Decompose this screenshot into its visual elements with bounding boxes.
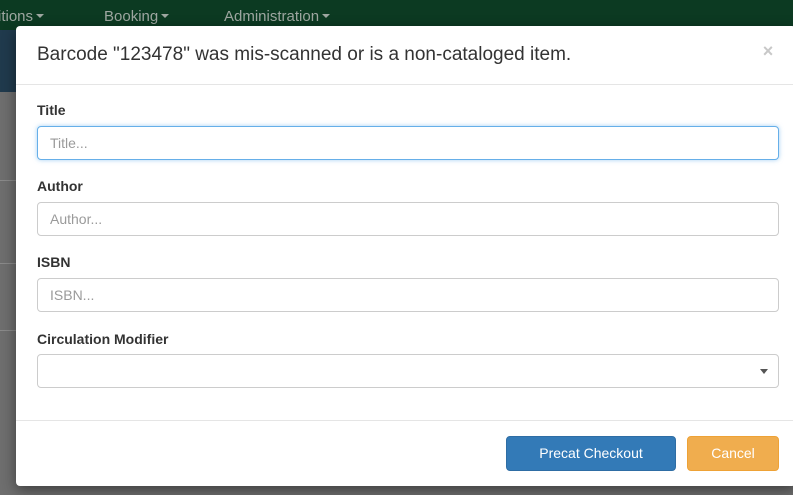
caret-down-icon: [760, 369, 768, 374]
modal-title: Barcode "123478" was mis-scanned or is a…: [37, 44, 572, 65]
close-icon[interactable]: ×: [758, 42, 778, 62]
modal-header: Barcode "123478" was mis-scanned or is a…: [16, 26, 793, 85]
author-label: Author: [37, 178, 83, 194]
caret-down-icon: [322, 14, 331, 18]
isbn-label: ISBN: [37, 254, 71, 270]
circulation-modifier-label: Circulation Modifier: [37, 331, 169, 347]
modal-footer-divider: [16, 420, 793, 421]
precat-checkout-button[interactable]: Precat Checkout: [506, 436, 676, 471]
title-label: Title: [37, 102, 66, 118]
nav-menu-booking: Booking: [104, 8, 170, 25]
nav-menu-administration: Administration: [224, 8, 331, 25]
isbn-input[interactable]: [37, 278, 779, 312]
caret-down-icon: [161, 14, 170, 18]
nav-menu-actions: itions: [0, 8, 45, 25]
author-input[interactable]: [37, 202, 779, 236]
cancel-button[interactable]: Cancel: [687, 436, 779, 471]
precat-modal: Barcode "123478" was mis-scanned or is a…: [16, 26, 793, 486]
title-input[interactable]: [37, 126, 779, 160]
caret-down-icon: [36, 14, 45, 18]
circulation-modifier-select[interactable]: [37, 354, 779, 388]
